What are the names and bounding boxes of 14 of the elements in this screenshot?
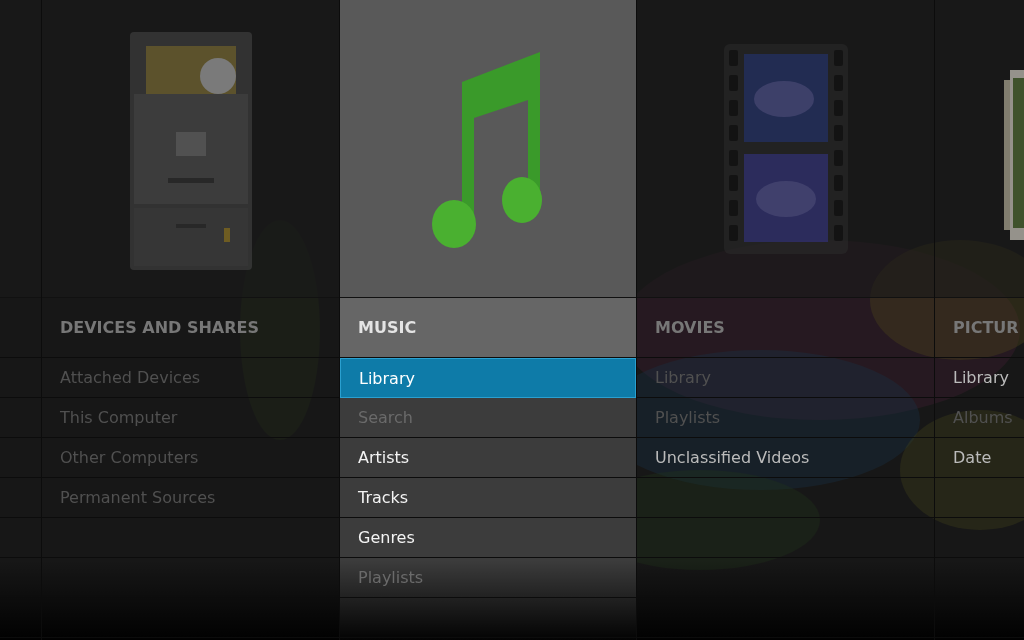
column-title: PICTUR bbox=[953, 318, 1019, 337]
file-cabinet-icon bbox=[129, 32, 252, 272]
column-title: MOVIES bbox=[655, 318, 725, 337]
column-title: DEVICES AND SHARES bbox=[60, 318, 259, 337]
menu-item[interactable]: Unclassified Videos bbox=[637, 438, 934, 478]
menu-item[interactable]: Artists bbox=[340, 438, 636, 478]
photo-stack-icon bbox=[1004, 70, 1024, 240]
film-strip-icon bbox=[723, 44, 848, 254]
menu-item[interactable]: Date bbox=[935, 438, 1024, 478]
menu-item[interactable]: Library bbox=[935, 358, 1024, 398]
column-title: MUSIC bbox=[358, 318, 417, 337]
menu-item[interactable]: Tracks bbox=[340, 478, 636, 518]
menu-item[interactable]: Library bbox=[340, 358, 636, 398]
menu-item[interactable]: Genres bbox=[340, 518, 636, 558]
